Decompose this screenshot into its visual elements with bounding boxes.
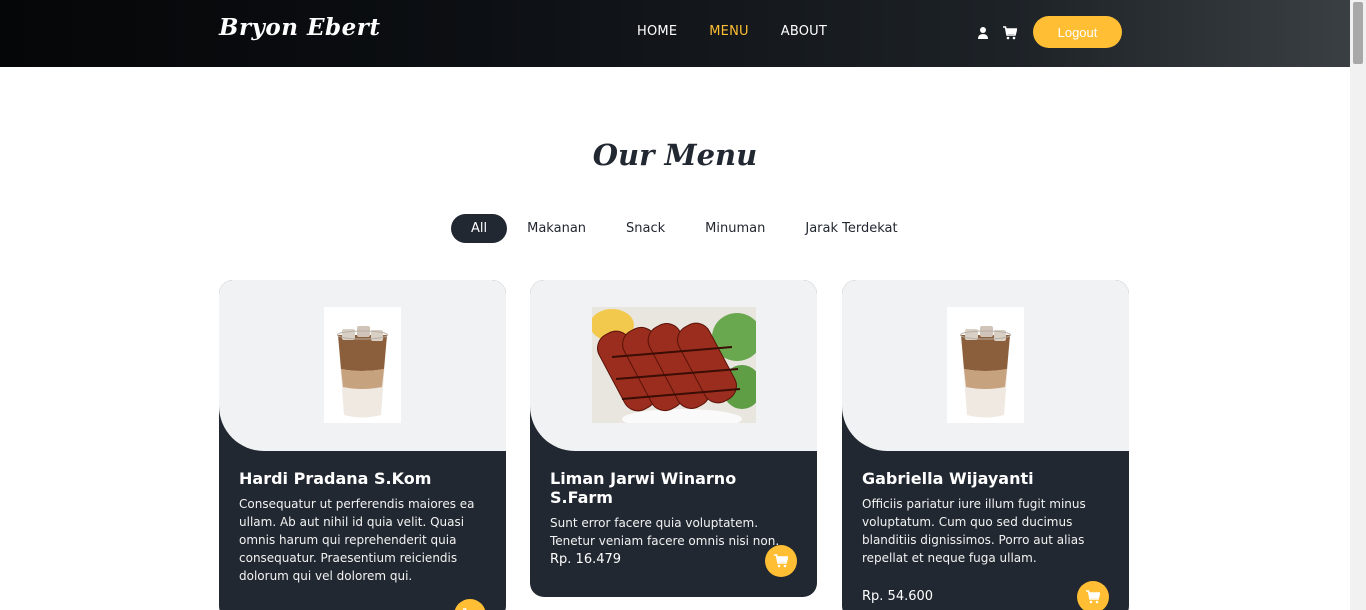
filter-minuman[interactable]: Minuman <box>685 214 785 243</box>
scrollbar-thumb[interactable] <box>1353 2 1363 64</box>
card-price: Rp. 16.479 <box>550 552 622 567</box>
iced-coffee-image <box>947 307 1024 423</box>
menu-card: Hardi Pradana S.Kom Consequatur ut perfe… <box>219 280 506 610</box>
card-description: Sunt error facere quia voluptatem. Tenet… <box>550 516 780 548</box>
add-to-cart-button[interactable] <box>454 599 486 610</box>
cart-icon <box>774 554 788 568</box>
user-icon[interactable] <box>977 25 991 39</box>
filter-jarak-terdekat[interactable]: Jarak Terdekat <box>785 214 917 243</box>
card-image-box <box>842 280 1129 451</box>
menu-card: Gabriella Wijayanti Officiis pariatur iu… <box>842 280 1129 610</box>
card-title[interactable]: Gabriella Wijayanti <box>862 469 1109 488</box>
menu-filters: All Makanan Snack Minuman Jarak Terdekat <box>451 214 918 243</box>
cart-icon[interactable] <box>1003 25 1018 40</box>
card-image-box <box>530 280 817 451</box>
menu-card: Liman Jarwi Winarno S.Farm Sunt error fa… <box>530 280 817 597</box>
grilled-sausages-image <box>590 307 762 429</box>
filter-snack[interactable]: Snack <box>606 214 685 243</box>
card-title[interactable]: Liman Jarwi Winarno S.Farm <box>550 469 797 507</box>
card-price: Rp. 54.600 <box>862 589 934 604</box>
filter-makanan[interactable]: Makanan <box>507 214 606 243</box>
add-to-cart-button[interactable] <box>1077 581 1109 610</box>
card-image-box <box>219 280 506 451</box>
main-nav: HOME MENU ABOUT <box>637 24 859 39</box>
iced-coffee-image <box>324 307 401 423</box>
brand-logo[interactable]: Bryon Ebert <box>219 14 380 41</box>
page-scrollbar[interactable] <box>1350 0 1366 610</box>
logout-button[interactable]: Logout <box>1033 16 1122 48</box>
cart-icon <box>1086 590 1100 604</box>
card-title[interactable]: Hardi Pradana S.Kom <box>239 469 486 488</box>
add-to-cart-button[interactable] <box>765 545 797 577</box>
nav-home[interactable]: HOME <box>637 24 677 39</box>
filter-all[interactable]: All <box>451 214 508 243</box>
nav-about[interactable]: ABOUT <box>781 24 827 39</box>
card-description: Consequatur ut perferendis maiores ea ul… <box>239 497 475 583</box>
nav-menu[interactable]: MENU <box>709 24 748 39</box>
card-description: Officiis pariatur iure illum fugit minus… <box>862 497 1086 565</box>
site-header: Bryon Ebert HOME MENU ABOUT Logout <box>0 0 1350 67</box>
section-title: Our Menu <box>592 138 758 172</box>
